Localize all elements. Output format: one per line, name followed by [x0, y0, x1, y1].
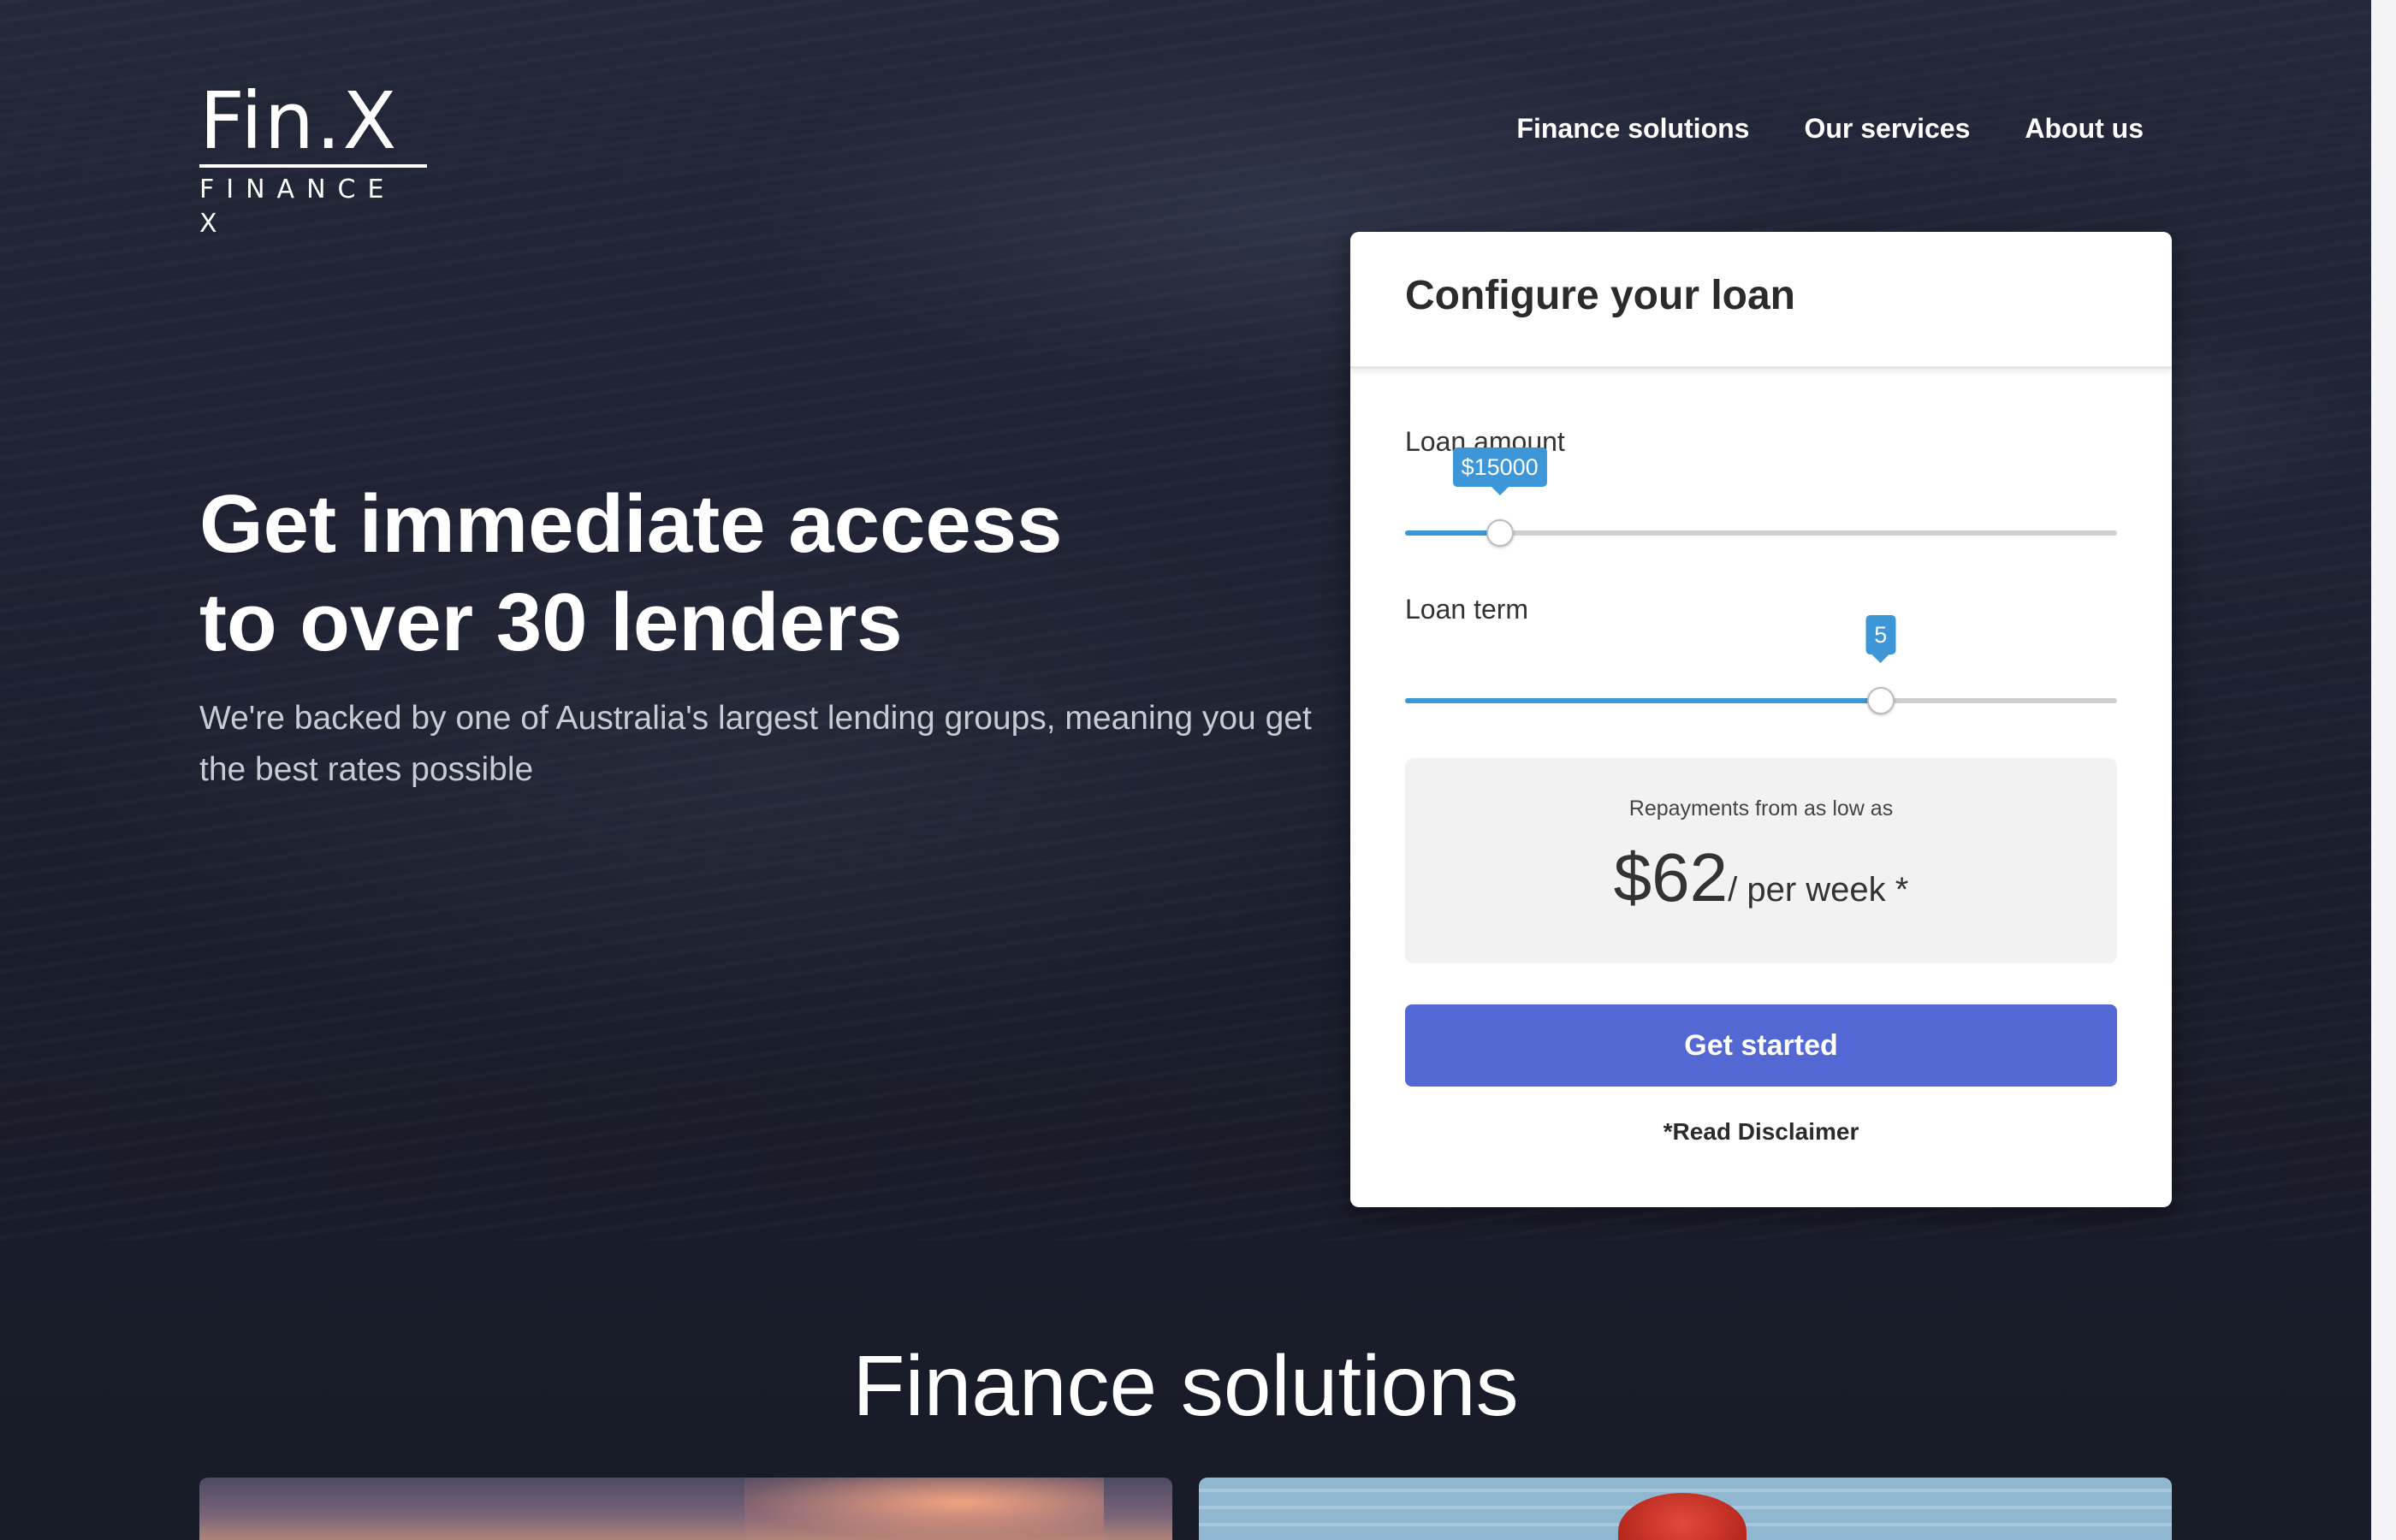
slider-thumb[interactable] [1486, 519, 1514, 547]
logo-tagline: FINANCE X [199, 175, 396, 239]
repayment-caption: Repayments from as low as [1628, 797, 1894, 820]
slider-thumb[interactable] [1866, 687, 1895, 714]
hero-headline-line-2: to over 30 lenders [199, 577, 903, 668]
hero-headline: Get immediate access to over 30 lenders [199, 475, 1312, 672]
brand-logo[interactable]: Fin.X FINANCE X [199, 79, 427, 241]
loan-amount-slider[interactable]: $15000 [1405, 447, 2117, 548]
red-beanie-figure [1618, 1493, 1747, 1540]
card-header: Configure your loan [1350, 232, 2172, 369]
main-nav: Finance solutions Our services About us [1516, 111, 2144, 145]
finance-solutions-heading: Finance solutions [852, 1338, 1519, 1434]
read-disclaimer-link[interactable]: *Read Disclaimer [1350, 1118, 2172, 1146]
loan-term-slider[interactable]: 5 [1405, 615, 2117, 716]
sunset-glow [744, 1478, 1104, 1540]
nav-item-our-services[interactable]: Our services [1804, 111, 1970, 145]
logo-wordmark: Fin.X [199, 75, 399, 167]
loan-term-label: Loan term [1405, 594, 1529, 625]
scrollbar-track[interactable] [2371, 0, 2396, 1540]
get-started-button[interactable]: Get started [1405, 1004, 2117, 1087]
nav-item-finance-solutions[interactable]: Finance solutions [1516, 111, 1749, 145]
finance-solution-card-image-2[interactable] [1199, 1478, 2172, 1540]
repayment-summary: Repayments from as low as $62/ per week … [1405, 758, 2117, 963]
finance-solution-card-image-1[interactable] [199, 1478, 1172, 1540]
loan-configurator-card: Configure your loan Loan amount $15000 L… [1350, 232, 2172, 1207]
nav-item-about-us[interactable]: About us [2025, 111, 2144, 145]
repayment-amount: $62 [1613, 839, 1729, 915]
repayment-amount-row: $62/ per week * [1405, 844, 2117, 932]
hero-subcopy: We're backed by one of Australia's large… [199, 700, 1312, 788]
slider-fill [1405, 698, 1881, 703]
card-title: Configure your loan [1405, 273, 1795, 318]
hero-headline-line-1: Get immediate access [199, 478, 1063, 570]
loan-term-value-tooltip: 5 [1865, 615, 1896, 663]
repayment-unit: / per week * [1728, 871, 1909, 909]
loan-amount-value-tooltip: $15000 [1452, 447, 1547, 495]
